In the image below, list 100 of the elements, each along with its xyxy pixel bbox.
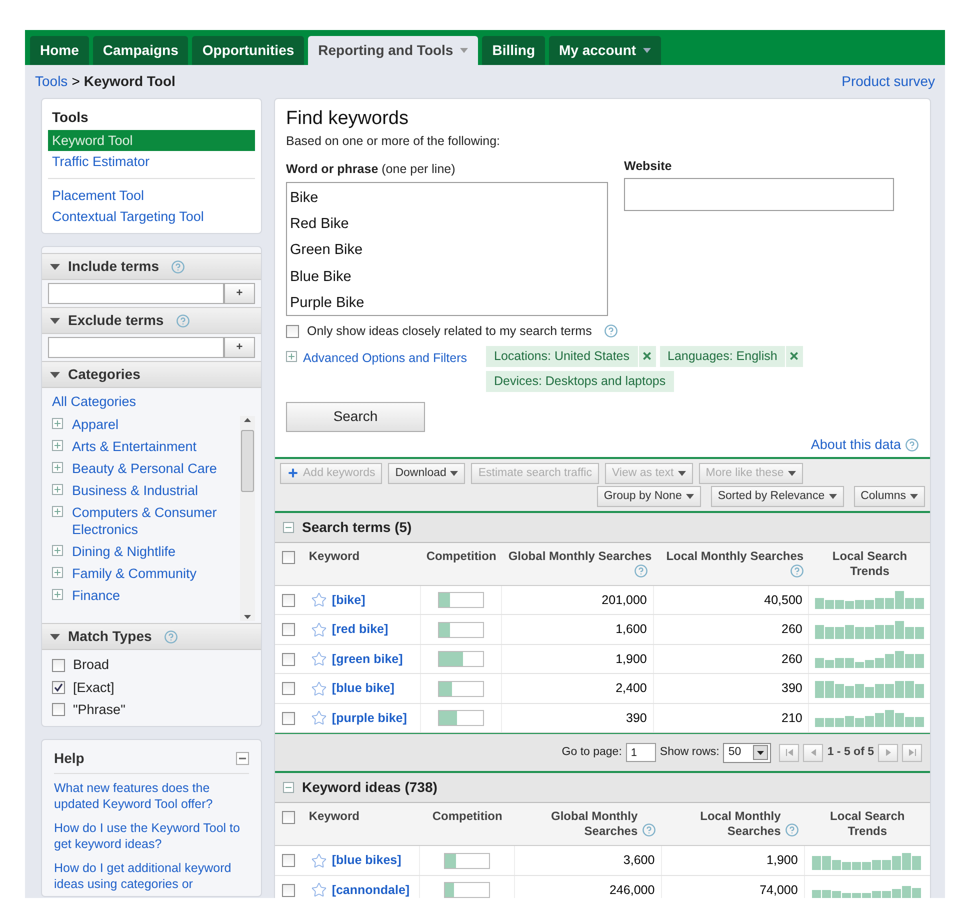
checkbox[interactable] — [286, 324, 299, 338]
checkbox[interactable] — [282, 854, 296, 867]
advanced-options-link[interactable]: Advanced Options and Filters — [303, 348, 467, 368]
star-icon[interactable] — [310, 592, 327, 608]
add-term-button[interactable]: + — [224, 337, 255, 358]
toolbar-button[interactable]: Columns — [854, 486, 925, 507]
column-header[interactable]: Global Monthly Searches — [528, 809, 638, 840]
checkbox[interactable] — [52, 658, 65, 672]
all-categories-link[interactable]: All Categories — [52, 392, 251, 412]
section-header[interactable]: Match Types — [42, 623, 261, 650]
checkbox[interactable] — [282, 811, 296, 824]
expand-icon[interactable] — [52, 418, 63, 430]
category-link[interactable]: Beauty & Personal Care — [72, 460, 217, 478]
expand-icon[interactable] — [52, 506, 63, 518]
collapse-triangle-icon[interactable] — [50, 372, 60, 378]
collapse-triangle-icon[interactable] — [50, 264, 60, 270]
nav-tab[interactable]: My account — [549, 36, 662, 65]
minimize-icon[interactable] — [236, 752, 249, 765]
toolbar-button[interactable]: Download — [388, 462, 466, 484]
expand-icon[interactable] — [52, 567, 63, 578]
scrollbar[interactable] — [240, 416, 255, 622]
help-icon[interactable] — [905, 438, 919, 452]
column-header[interactable]: Keyword — [308, 809, 360, 824]
expand-icon[interactable] — [52, 484, 63, 496]
search-button[interactable]: Search — [286, 402, 425, 432]
nav-tab[interactable]: Campaigns — [92, 36, 188, 65]
collapse-triangle-icon[interactable] — [50, 318, 60, 324]
help-link[interactable]: What new features does the updated Keyword Tool offer? — [54, 780, 249, 812]
rows-select[interactable]: 50 — [723, 742, 772, 763]
nav-tab[interactable]: Reporting and Tools — [308, 36, 478, 65]
help-icon[interactable] — [784, 823, 799, 838]
pager-button[interactable] — [803, 744, 824, 762]
filter-chip[interactable]: Devices: Desktops and laptops — [486, 370, 674, 392]
expand-icon[interactable] — [286, 350, 297, 362]
phrase-field[interactable]: Bike Red Bike Green Bike Blue Bike Purple Bike — [286, 182, 608, 316]
checkbox[interactable] — [52, 703, 65, 716]
column-header[interactable]: Global Monthly Searches — [508, 548, 652, 564]
help-icon[interactable] — [604, 324, 618, 338]
column-header[interactable]: Local Monthly Searches — [666, 548, 804, 564]
checkbox[interactable] — [282, 550, 296, 564]
tool-link[interactable]: Placement Tool — [48, 185, 255, 206]
column-header[interactable]: Local Search Trends — [822, 809, 912, 840]
section-header[interactable]: Include terms — [42, 253, 261, 280]
checkbox[interactable] — [282, 594, 296, 606]
term-field[interactable] — [48, 337, 224, 358]
keyword-link[interactable]: [purple bike] — [332, 708, 407, 728]
add-term-button[interactable]: + — [224, 283, 255, 304]
tool-link[interactable]: Traffic Estimator — [48, 151, 255, 172]
collapse-triangle-icon[interactable] — [50, 634, 60, 640]
toolbar-button[interactable]: Sorted by Relevance — [710, 486, 844, 507]
section-header[interactable]: Categories — [42, 361, 261, 388]
star-icon[interactable] — [310, 852, 327, 868]
column-header[interactable]: Competition — [426, 548, 496, 564]
term-field[interactable] — [48, 283, 224, 304]
keyword-link[interactable]: [bike] — [332, 590, 366, 610]
expand-icon[interactable] — [52, 440, 63, 452]
star-icon[interactable] — [310, 680, 327, 696]
help-icon[interactable] — [176, 314, 190, 328]
collapse-icon[interactable] — [283, 522, 294, 533]
checkbox[interactable] — [282, 623, 296, 636]
checkbox[interactable] — [282, 712, 296, 724]
checkbox[interactable] — [282, 682, 296, 695]
keyword-link[interactable]: [green bike] — [332, 650, 403, 668]
checkbox[interactable] — [282, 884, 296, 896]
nav-tab[interactable]: Home — [30, 36, 89, 65]
category-link[interactable]: Finance — [72, 587, 120, 604]
nav-tab[interactable]: Opportunities — [192, 36, 304, 65]
pager-button[interactable] — [878, 744, 898, 762]
pager-button[interactable] — [902, 744, 922, 762]
expand-icon[interactable] — [52, 589, 63, 600]
collapse-icon[interactable] — [283, 782, 294, 794]
scroll-down-icon[interactable] — [244, 615, 251, 620]
checkbox[interactable] — [282, 652, 296, 666]
nav-tab[interactable]: Billing — [482, 36, 546, 65]
column-header[interactable]: Competition — [432, 809, 502, 824]
expand-icon[interactable] — [52, 545, 63, 556]
help-icon[interactable] — [642, 823, 656, 838]
breadcrumb-link[interactable]: Tools — [35, 71, 68, 92]
about-data-link[interactable]: About this data — [810, 434, 901, 455]
category-link[interactable]: Business & Industrial — [72, 482, 198, 500]
keyword-link[interactable]: [cannondale] — [332, 880, 410, 898]
scroll-up-icon[interactable] — [244, 418, 251, 422]
star-icon[interactable] — [310, 882, 327, 898]
category-link[interactable]: Family & Community — [72, 565, 197, 582]
help-icon[interactable] — [171, 260, 186, 274]
page-field[interactable]: 1 — [626, 743, 656, 762]
category-link[interactable]: Computers & Consumer Electronics — [72, 504, 240, 538]
help-link[interactable]: How do I get additional keyword ideas using categories or — [54, 860, 249, 892]
category-link[interactable]: Arts & Entertainment — [72, 438, 197, 456]
expand-icon[interactable] — [52, 462, 63, 474]
help-link[interactable]: How do I use the Keyword Tool to get keyword ideas? — [54, 820, 249, 852]
section-header[interactable]: Exclude terms — [42, 307, 261, 334]
help-icon[interactable] — [164, 630, 178, 644]
filter-chip[interactable]: Locations: United States — [486, 346, 656, 366]
column-header[interactable]: Local Monthly Searches — [680, 809, 781, 840]
category-link[interactable]: Dining & Nightlife — [72, 543, 176, 560]
star-icon[interactable] — [310, 651, 327, 667]
filter-chip[interactable]: Languages: English — [660, 346, 804, 366]
keyword-link[interactable]: [blue bike] — [332, 679, 394, 698]
help-icon[interactable] — [634, 564, 648, 578]
